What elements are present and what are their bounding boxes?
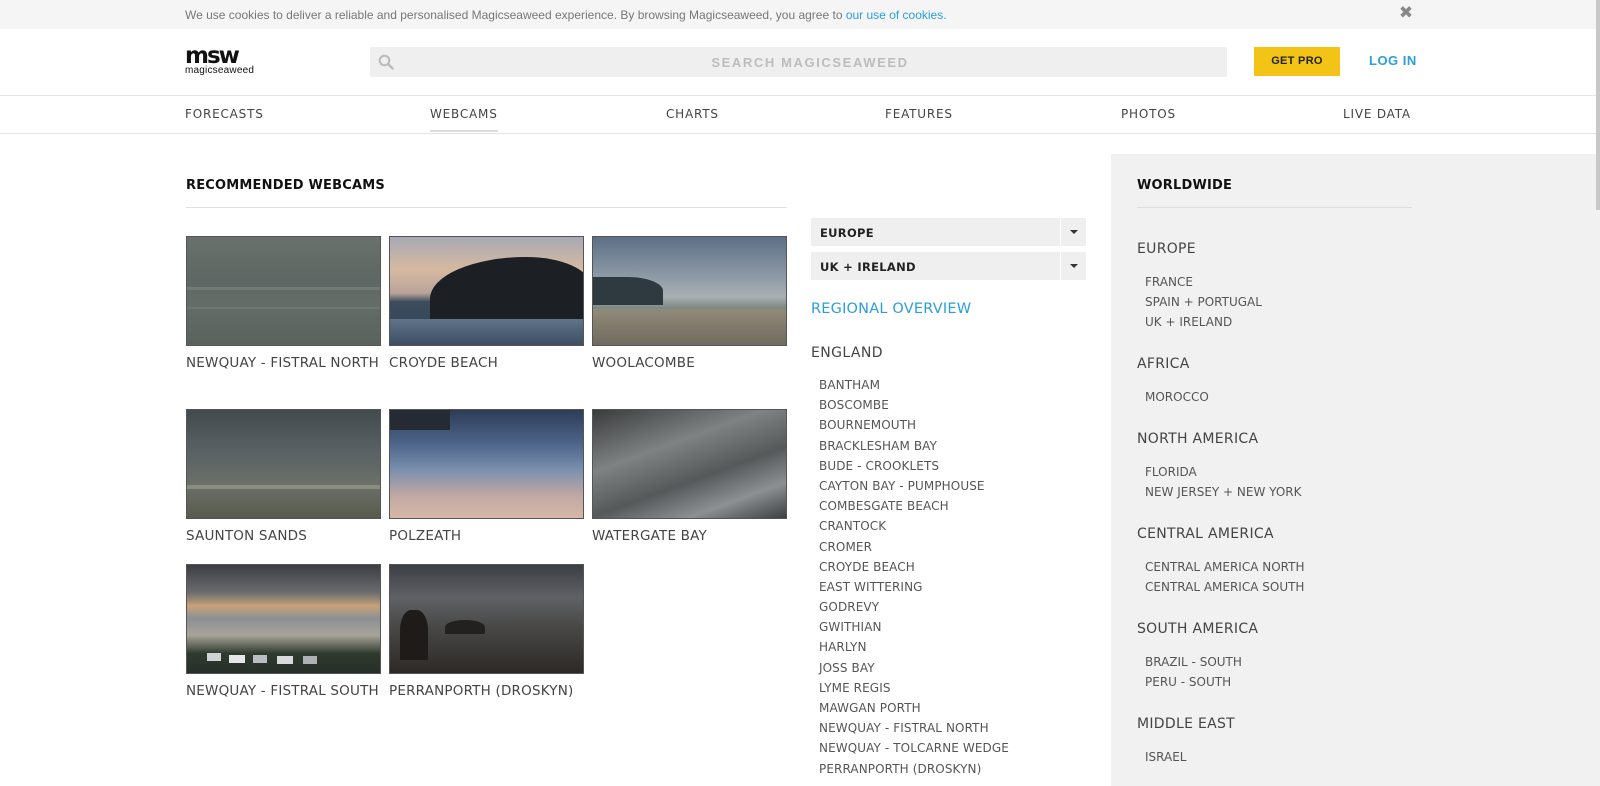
scrollbar-thumb[interactable] [1596, 0, 1600, 210]
cookie-policy-link[interactable]: our use of cookies. [846, 8, 947, 22]
regional-overview-link[interactable]: REGIONAL OVERVIEW [811, 301, 971, 317]
continent-select-value: EUROPE [820, 226, 874, 240]
spot-link[interactable]: GWITHIAN [819, 620, 1009, 640]
spot-link[interactable]: BANTHAM [819, 378, 1009, 398]
spot-link[interactable]: JOSS BAY [819, 661, 1009, 681]
webcam-thumbnail[interactable] [186, 409, 381, 519]
country-link[interactable]: PERU - SOUTH [1145, 675, 1231, 689]
main-nav: FORECASTS WEBCAMS CHARTS FEATURES PHOTOS… [0, 95, 1600, 134]
page-scrollbar[interactable] [1596, 0, 1600, 786]
dropdown-button[interactable] [1060, 252, 1086, 280]
region-link-south-america[interactable]: SOUTH AMERICA [1137, 621, 1258, 637]
search-input[interactable] [400, 47, 1220, 77]
area-heading: ENGLAND [811, 345, 883, 361]
search-icon [378, 54, 394, 70]
recommended-title: RECOMMENDED WEBCAMS [186, 178, 385, 193]
spot-link[interactable]: CROMER [819, 540, 1009, 560]
country-link[interactable]: FLORIDA [1145, 465, 1197, 479]
country-link[interactable]: NEW JERSEY + NEW YORK [1145, 485, 1301, 499]
spot-link[interactable]: EAST WITTERING [819, 580, 1009, 600]
spot-list: BANTHAM BOSCOMBE BOURNEMOUTH BRACKLESHAM… [819, 378, 1009, 782]
spot-link[interactable]: CRANTOCK [819, 519, 1009, 539]
spot-link[interactable]: CROYDE BEACH [819, 560, 1009, 580]
webcam-name[interactable]: WOOLACOMBE [592, 355, 792, 372]
region-link-africa[interactable]: AFRICA [1137, 356, 1190, 372]
spot-link[interactable]: LYME REGIS [819, 681, 1009, 701]
cookie-banner: We use cookies to deliver a reliable and… [0, 0, 1600, 29]
region-link-north-america[interactable]: NORTH AMERICA [1137, 431, 1258, 447]
dropdown-button[interactable] [1060, 218, 1086, 246]
region-select[interactable]: UK + IRELAND [811, 252, 1086, 280]
logo-wordmark: magicseaweed [185, 65, 255, 76]
webcam-thumbnail[interactable] [389, 236, 584, 346]
webcam-thumbnail[interactable] [186, 236, 381, 346]
spot-link[interactable]: NEWQUAY - FISTRAL NORTH [819, 721, 1009, 741]
region-select-value: UK + IRELAND [820, 260, 916, 274]
nav-features[interactable]: FEATURES [885, 107, 953, 121]
spot-link[interactable]: PERRANPORTH (DROSKYN) [819, 762, 1009, 782]
search-bar[interactable] [370, 47, 1227, 77]
chevron-down-icon [1070, 230, 1078, 234]
country-link[interactable]: MOROCCO [1145, 390, 1209, 404]
nav-live-data[interactable]: LIVE DATA [1343, 107, 1411, 121]
region-link-europe[interactable]: EUROPE [1137, 241, 1196, 257]
country-link[interactable]: UK + IRELAND [1145, 315, 1232, 329]
spot-link[interactable]: NEWQUAY - TOLCARNE WEDGE [819, 741, 1009, 761]
webcam-name[interactable]: PERRANPORTH (DROSKYN) [389, 683, 589, 700]
spot-link[interactable]: BUDE - CROOKLETS [819, 459, 1009, 479]
divider [1137, 207, 1412, 208]
country-link[interactable]: CENTRAL AMERICA SOUTH [1145, 580, 1304, 594]
region-link-middle-east[interactable]: MIDDLE EAST [1137, 716, 1235, 732]
country-link[interactable]: BRAZIL - SOUTH [1145, 655, 1242, 669]
webcam-thumbnail[interactable] [389, 409, 584, 519]
nav-webcams[interactable]: WEBCAMS [430, 107, 498, 132]
spot-link[interactable]: CAYTON BAY - PUMPHOUSE [819, 479, 1009, 499]
webcam-thumbnail[interactable] [389, 564, 584, 674]
webcam-thumbnail[interactable] [592, 236, 787, 346]
logo[interactable]: msw magicseaweed [185, 45, 270, 77]
spot-link[interactable]: MAWGAN PORTH [819, 701, 1009, 721]
chevron-down-icon [1070, 264, 1078, 268]
spot-link[interactable]: BRACKLESHAM BAY [819, 439, 1009, 459]
region-link-central-america[interactable]: CENTRAL AMERICA [1137, 526, 1274, 542]
continent-select[interactable]: EUROPE [811, 218, 1086, 246]
country-link[interactable]: CENTRAL AMERICA NORTH [1145, 560, 1305, 574]
webcam-name[interactable]: CROYDE BEACH [389, 355, 589, 372]
log-in-link[interactable]: LOG IN [1369, 53, 1417, 68]
webcam-name[interactable]: WATERGATE BAY [592, 528, 792, 545]
webcam-thumbnail[interactable] [186, 564, 381, 674]
country-link[interactable]: SPAIN + PORTUGAL [1145, 295, 1262, 309]
webcam-name[interactable]: POLZEATH [389, 528, 589, 545]
nav-photos[interactable]: PHOTOS [1121, 107, 1176, 121]
spot-link[interactable]: BOSCOMBE [819, 398, 1009, 418]
nav-charts[interactable]: CHARTS [666, 107, 719, 121]
country-link[interactable]: ISRAEL [1145, 750, 1186, 764]
divider [186, 207, 787, 208]
webcam-name[interactable]: NEWQUAY - FISTRAL SOUTH [186, 683, 386, 700]
spot-link[interactable]: HARLYN [819, 640, 1009, 660]
get-pro-button[interactable]: GET PRO [1254, 47, 1340, 76]
cookie-message: We use cookies to deliver a reliable and… [185, 8, 947, 22]
spot-link[interactable]: GODREVY [819, 600, 1009, 620]
webcam-name[interactable]: NEWQUAY - FISTRAL NORTH [186, 355, 386, 372]
close-icon[interactable]: ✖ [1397, 3, 1415, 25]
spot-link[interactable]: COMBESGATE BEACH [819, 499, 1009, 519]
webcam-thumbnail[interactable] [592, 409, 787, 519]
cookie-message-text: We use cookies to deliver a reliable and… [185, 8, 846, 22]
logo-mark: msw [185, 43, 240, 69]
country-link[interactable]: FRANCE [1145, 275, 1193, 289]
webcam-name[interactable]: SAUNTON SANDS [186, 528, 386, 545]
spot-link[interactable]: BOURNEMOUTH [819, 418, 1009, 438]
nav-forecasts[interactable]: FORECASTS [185, 107, 264, 121]
worldwide-title: WORLDWIDE [1137, 178, 1233, 193]
